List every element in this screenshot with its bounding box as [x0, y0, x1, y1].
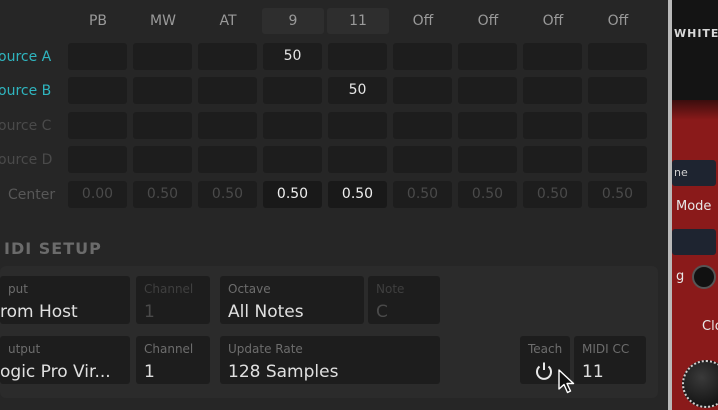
midi-output-label: utput: [8, 342, 41, 356]
row-label-source-b[interactable]: ource B: [0, 77, 51, 105]
matrix-cell-source-a-3[interactable]: [198, 43, 257, 70]
matrix-cell-source-d-5[interactable]: [328, 146, 387, 173]
midi-setup-title: IDI SETUP: [4, 239, 102, 258]
midi-cc-value: 11: [582, 362, 604, 382]
matrix-cell-center-5[interactable]: 0.50: [328, 181, 387, 208]
update-rate-value: 128 Samples: [228, 362, 339, 382]
teach-label: Teach: [528, 342, 563, 356]
matrix-cell-source-b-7[interactable]: [458, 77, 517, 104]
column-header-7[interactable]: Off: [457, 10, 519, 32]
matrix-cell-source-b-1[interactable]: [68, 77, 127, 104]
matrix-cell-source-a-6[interactable]: [393, 43, 452, 70]
output-channel-label: Channel: [144, 342, 194, 356]
matrix-cell-source-a-4[interactable]: 50: [263, 43, 322, 70]
matrix-cell-center-6[interactable]: 0.50: [393, 181, 452, 208]
input-channel-field: Channel 1: [136, 276, 210, 324]
matrix-cell-source-d-1[interactable]: [68, 146, 127, 173]
matrix-cell-center-4[interactable]: 0.50: [263, 181, 322, 208]
matrix-cell-source-a-1[interactable]: [68, 43, 127, 70]
power-icon: [536, 362, 552, 380]
column-header-2[interactable]: MW: [132, 10, 194, 32]
update-rate-label: Update Rate: [228, 342, 303, 356]
matrix-cell-source-c-7[interactable]: [458, 112, 517, 139]
matrix-cell-source-d-6[interactable]: [393, 146, 452, 173]
row-label-source-a[interactable]: ource A: [0, 43, 51, 71]
matrix-cell-source-c-5[interactable]: [328, 112, 387, 139]
matrix-cell-source-b-5[interactable]: 50: [328, 77, 387, 104]
midi-input-value: rom Host: [0, 302, 78, 322]
input-channel-label: Channel: [144, 282, 194, 296]
rack-mode-label: Mode: [676, 199, 712, 214]
rack-toggle-button[interactable]: [692, 265, 716, 289]
output-channel-select[interactable]: Channel 1: [136, 336, 210, 384]
midi-cc-label: MIDI CC: [582, 342, 630, 356]
matrix-cell-source-d-3[interactable]: [198, 146, 257, 173]
column-header-1[interactable]: PB: [67, 10, 129, 32]
midi-output-select[interactable]: utput ogic Pro Vir...: [0, 336, 130, 384]
modulation-matrix-panel: PB MW AT 9 11 Off Off Off Off ource A 50 ource B 50 o…: [0, 0, 668, 410]
input-channel-value: 1: [144, 302, 155, 322]
matrix-cell-source-c-9[interactable]: [588, 112, 647, 139]
rack-red-top: [672, 100, 718, 120]
matrix-cell-source-a-9[interactable]: [588, 43, 647, 70]
rack-toggle-label: g: [676, 269, 685, 284]
matrix-cell-source-a-7[interactable]: [458, 43, 517, 70]
matrix-cell-source-b-2[interactable]: [133, 77, 192, 104]
midi-input-select[interactable]: put rom Host: [0, 276, 130, 324]
rack-field-1[interactable]: ne: [672, 160, 716, 186]
rack-field-1-label: ne: [674, 166, 688, 179]
column-header-4[interactable]: 9: [262, 8, 324, 34]
matrix-cell-source-a-2[interactable]: [133, 43, 192, 70]
matrix-cell-center-3[interactable]: 0.50: [198, 181, 257, 208]
matrix-cell-center-2[interactable]: 0.50: [133, 181, 192, 208]
rack-header-label: WHITE: [674, 27, 718, 40]
note-field: Note C: [368, 276, 440, 324]
matrix-cell-source-a-8[interactable]: [523, 43, 582, 70]
output-channel-value: 1: [144, 362, 155, 382]
octave-select[interactable]: Octave All Notes: [220, 276, 364, 324]
column-header-6[interactable]: Off: [392, 10, 454, 32]
matrix-cell-source-c-6[interactable]: [393, 112, 452, 139]
column-header-9[interactable]: Off: [587, 10, 649, 32]
rack-knob-label: Clo: [702, 319, 718, 334]
matrix-cell-source-b-8[interactable]: [523, 77, 582, 104]
matrix-cell-source-d-8[interactable]: [523, 146, 582, 173]
matrix-cell-source-a-5[interactable]: [328, 43, 387, 70]
matrix-cell-source-c-1[interactable]: [68, 112, 127, 139]
matrix-cell-source-b-3[interactable]: [198, 77, 257, 104]
matrix-cell-source-b-4[interactable]: [263, 77, 322, 104]
matrix-cell-source-d-9[interactable]: [588, 146, 647, 173]
midi-output-value: ogic Pro Vir...: [0, 362, 111, 382]
mouse-cursor-icon: [558, 369, 575, 394]
matrix-cell-center-9[interactable]: 0.50: [588, 181, 647, 208]
octave-label: Octave: [228, 282, 271, 296]
matrix-cell-source-c-8[interactable]: [523, 112, 582, 139]
matrix-cell-source-c-4[interactable]: [263, 112, 322, 139]
matrix-cell-source-d-4[interactable]: [263, 146, 322, 173]
instrument-rack-panel: WHITE ne Mode g Clo: [672, 0, 718, 410]
rack-field-2[interactable]: [672, 229, 716, 255]
row-label-source-d[interactable]: ource D: [0, 146, 52, 174]
column-header-3[interactable]: AT: [197, 10, 259, 32]
matrix-cell-source-d-7[interactable]: [458, 146, 517, 173]
octave-value: All Notes: [228, 302, 304, 322]
midi-cc-field[interactable]: MIDI CC 11: [574, 336, 646, 384]
matrix-cell-source-b-9[interactable]: [588, 77, 647, 104]
matrix-cell-source-c-3[interactable]: [198, 112, 257, 139]
note-label: Note: [376, 282, 405, 296]
midi-input-label: put: [8, 282, 28, 296]
matrix-cell-center-7[interactable]: 0.50: [458, 181, 517, 208]
matrix-cell-source-c-2[interactable]: [133, 112, 192, 139]
matrix-cell-center-1[interactable]: 0.00: [68, 181, 127, 208]
matrix-cell-source-b-6[interactable]: [393, 77, 452, 104]
update-rate-select[interactable]: Update Rate 128 Samples: [220, 336, 440, 384]
column-header-8[interactable]: Off: [522, 10, 584, 32]
row-label-source-c[interactable]: ource C: [0, 112, 51, 140]
matrix-cell-center-8[interactable]: 0.50: [523, 181, 582, 208]
row-label-center[interactable]: Center: [8, 181, 55, 209]
column-header-5[interactable]: 11: [327, 8, 389, 34]
matrix-cell-source-d-2[interactable]: [133, 146, 192, 173]
note-value: C: [376, 302, 388, 322]
